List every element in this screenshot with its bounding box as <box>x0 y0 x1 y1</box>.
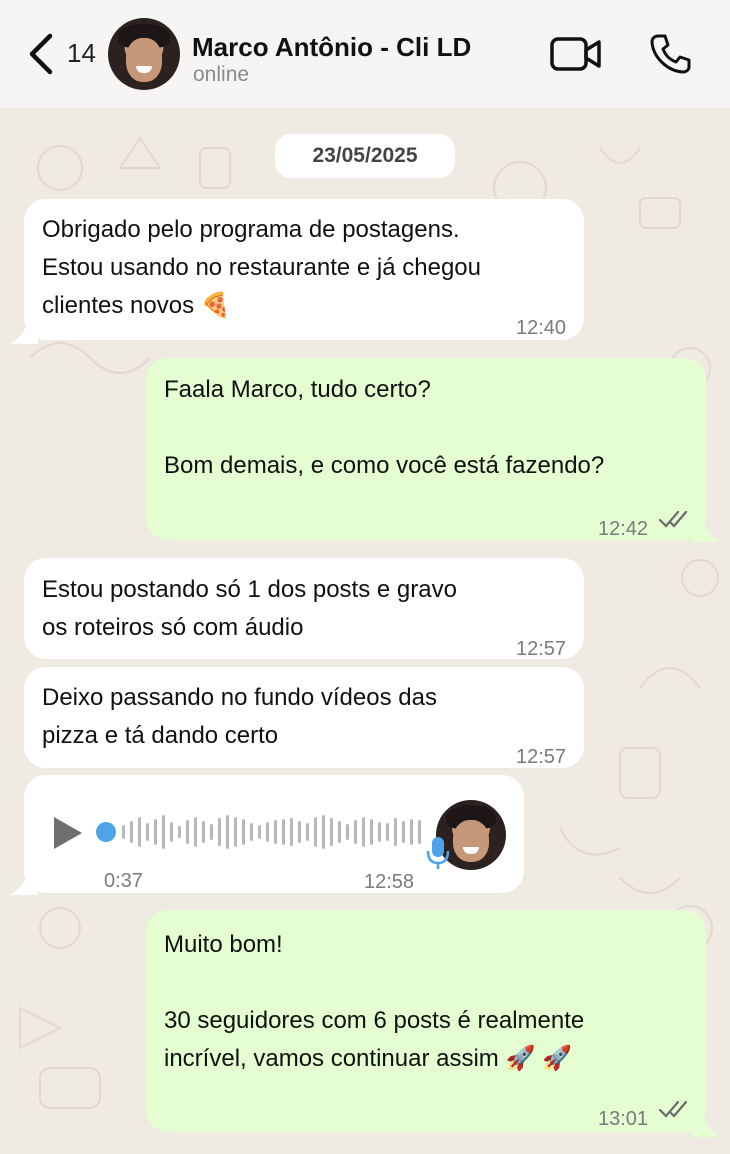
waveform-bar <box>274 820 277 844</box>
waveform-bar <box>370 819 373 845</box>
waveform-bar <box>322 815 325 849</box>
waveform-bar <box>410 819 413 845</box>
voice-call-button[interactable] <box>648 32 692 76</box>
message-bubble-incoming[interactable]: Deixo passando no fundo vídeos das pizza… <box>24 667 584 768</box>
message-bubble-incoming[interactable]: Obrigado pelo programa de postagens. Est… <box>24 199 584 340</box>
message-text: Deixo passando no fundo vídeos das pizza… <box>42 684 437 749</box>
waveform-bar <box>298 821 301 843</box>
message-bubble-incoming[interactable]: Estou postando só 1 dos posts e gravo os… <box>24 558 584 660</box>
waveform-bar <box>138 817 141 847</box>
waveform-bar <box>250 823 253 841</box>
contact-avatar[interactable] <box>108 18 180 90</box>
back-button[interactable] <box>26 30 66 78</box>
voice-waveform[interactable] <box>94 811 424 855</box>
waveform-bar <box>170 822 173 842</box>
video-camera-icon <box>550 37 601 71</box>
waveform-bar <box>290 818 293 846</box>
waveform-bar <box>266 822 269 842</box>
waveform-bar <box>178 826 181 838</box>
waveform-bar <box>226 815 229 849</box>
message-bubble-outgoing[interactable]: Faala Marco, tudo certo? Bom demais, e c… <box>146 358 706 540</box>
waveform-bar <box>282 819 285 845</box>
waveform-bar <box>394 818 397 846</box>
date-separator: 23/05/2025 <box>275 134 455 178</box>
waveform-bar <box>122 825 125 839</box>
waveform-bar <box>146 823 149 841</box>
waveform-bar <box>386 823 389 841</box>
waveform-bar <box>210 824 213 840</box>
waveform-bar <box>330 818 333 846</box>
waveform-bar <box>130 821 133 843</box>
waveform-bar <box>154 819 157 845</box>
waveform-bar <box>306 823 309 841</box>
message-text: Estou postando só 1 dos posts e gravo os… <box>42 576 457 641</box>
waveform-bar <box>194 817 197 847</box>
waveform-bar <box>418 820 421 844</box>
message-text: Obrigado pelo programa de postagens. Est… <box>42 216 481 319</box>
voice-duration: 0:37 <box>104 870 143 892</box>
waveform-bar <box>218 818 221 846</box>
progress-dot <box>96 822 116 842</box>
chat-header: 14 Marco Antônio - Cli LD online <box>0 0 730 108</box>
waveform-bar <box>314 817 317 847</box>
message-bubble-outgoing[interactable]: Muito bom! 30 seguidores com 6 posts é r… <box>146 910 706 1132</box>
waveform-bar <box>338 821 341 843</box>
waveform-bar <box>346 824 349 840</box>
contact-name[interactable]: Marco Antônio - Cli LD <box>192 32 471 63</box>
waveform-bar <box>402 821 405 843</box>
message-time: 12:57 <box>516 746 567 768</box>
message-text: Faala Marco, tudo certo? Bom demais, e c… <box>164 376 605 479</box>
contact-status: online <box>193 63 250 86</box>
message-time: 13:01 <box>598 1108 649 1130</box>
chat-area[interactable]: 23/05/2025 Obrigado pelo programa de pos… <box>0 108 730 1154</box>
waveform-bar <box>162 815 165 849</box>
waveform-bar <box>242 819 245 845</box>
chevron-left-icon <box>29 33 53 75</box>
microphone-icon <box>426 837 450 869</box>
video-call-button[interactable] <box>550 36 602 72</box>
read-receipt-icon <box>658 510 688 528</box>
waveform-bar <box>202 821 205 843</box>
phone-icon <box>650 34 691 74</box>
message-time: 12:57 <box>516 638 567 660</box>
waveform-bar <box>258 825 261 839</box>
read-receipt-icon <box>658 1100 688 1118</box>
unread-count[interactable]: 14 <box>67 38 96 69</box>
waveform-bar <box>234 817 237 847</box>
voice-message-bubble[interactable]: 0:37 12:58 <box>24 775 524 893</box>
message-time: 12:58 <box>364 871 415 893</box>
play-icon[interactable] <box>52 815 84 851</box>
waveform-bar <box>362 817 365 847</box>
message-time: 12:42 <box>598 518 649 540</box>
message-text: Muito bom! 30 seguidores com 6 posts é r… <box>164 931 585 1072</box>
message-time: 12:40 <box>516 317 567 339</box>
waveform-bar <box>186 820 189 844</box>
waveform-bar <box>378 822 381 842</box>
waveform-bar <box>354 820 357 844</box>
